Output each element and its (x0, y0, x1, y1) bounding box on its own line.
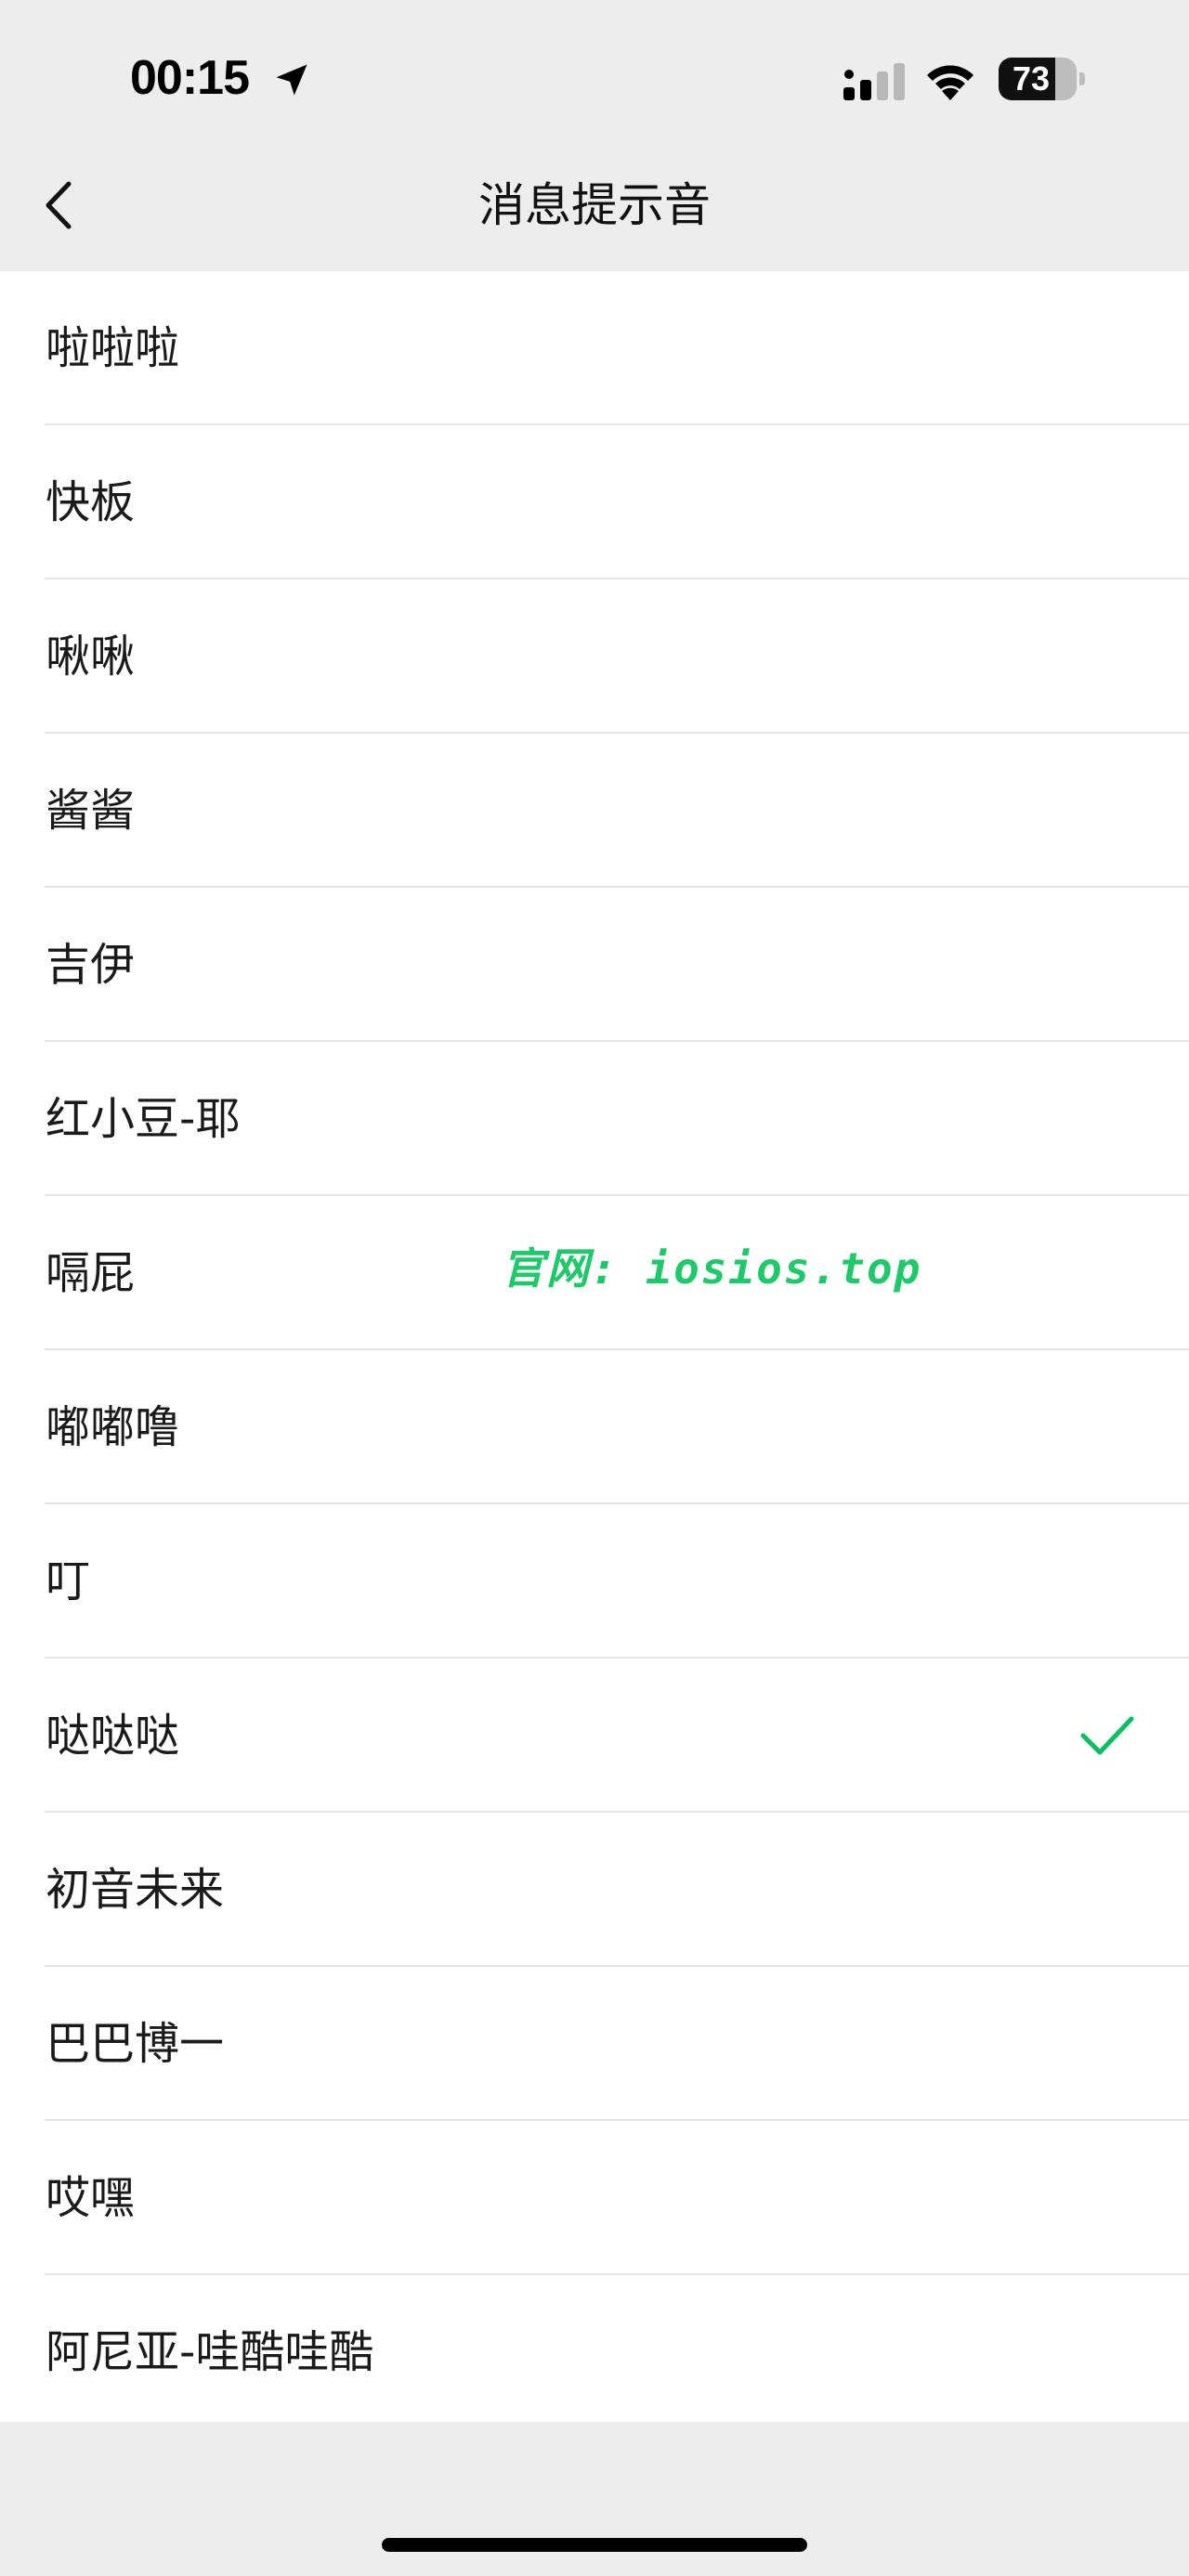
list-item-label: 嗝屁 (46, 1247, 136, 1299)
list-item-label: 哒哒哒 (46, 1710, 180, 1762)
list-item[interactable]: 快板 (0, 425, 1189, 579)
list-item[interactable]: 啦啦啦 (0, 271, 1189, 425)
list-item[interactable]: 哎嘿 (0, 2121, 1189, 2275)
status-bar: 00:15 73 (0, 0, 1189, 139)
list-item[interactable]: 酱酱 (0, 734, 1189, 888)
list-item[interactable]: 啾啾 (0, 579, 1189, 734)
list-item[interactable]: 吉伊 (0, 888, 1189, 1042)
battery-body: 73 (999, 58, 1077, 100)
home-indicator[interactable] (382, 2538, 807, 2552)
list-item[interactable]: 红小豆-耶 (0, 1042, 1189, 1196)
list-item-label: 叮 (46, 1555, 91, 1607)
list-item[interactable]: 叮 (0, 1504, 1189, 1659)
list-item-label: 啾啾 (46, 631, 136, 683)
status-time: 00:15 (130, 51, 250, 105)
list-item-label: 初音未来 (46, 1864, 225, 1916)
list-item-label: 哎嘿 (46, 2172, 136, 2224)
list-item-label: 巴巴博一 (46, 2018, 225, 2070)
location-arrow-icon (276, 64, 307, 96)
checkmark-icon (1080, 1716, 1134, 1755)
screen: 00:15 73 消息提示音 啦啦啦 快板 啾啾 酱酱 吉伊 红小豆-耶 嗝屁 … (0, 0, 1189, 2576)
page-title: 消息提示音 (478, 178, 711, 232)
list-item-label: 酱酱 (46, 785, 136, 837)
battery-indicator: 73 (999, 58, 1085, 100)
list-item-label: 快板 (46, 476, 136, 528)
list-item-label: 啦啦啦 (46, 322, 180, 374)
sound-list: 啦啦啦快板啾啾酱酱吉伊红小豆-耶嗝屁嘟嘟噜叮哒哒哒初音未来巴巴博一哎嘿阿尼亚-哇… (0, 271, 1189, 2422)
list-item-label: 吉伊 (46, 939, 136, 991)
list-item-label: 嘟嘟噜 (46, 1401, 180, 1453)
list-item[interactable]: 巴巴博一 (0, 1967, 1189, 2121)
back-button[interactable] (28, 173, 93, 238)
list-item[interactable]: 初音未来 (0, 1813, 1189, 1967)
wifi-icon (927, 65, 973, 100)
battery-tip (1079, 72, 1085, 85)
list-item[interactable]: 哒哒哒 (0, 1659, 1189, 1813)
battery-level: 73 (1012, 59, 1051, 98)
list-item[interactable]: 阿尼亚-哇酷哇酷 (0, 2275, 1189, 2429)
list-item[interactable]: 嘟嘟噜 (0, 1350, 1189, 1504)
list-item-label: 红小豆-耶 (46, 1093, 241, 1145)
nav-bar: 消息提示音 (0, 139, 1189, 271)
cellular-signal-icon (843, 63, 905, 100)
chevron-left-icon (46, 181, 72, 229)
watermark: 官网: iosios.top (502, 1243, 922, 1294)
list-item-label: 阿尼亚-哇酷哇酷 (46, 2326, 374, 2378)
